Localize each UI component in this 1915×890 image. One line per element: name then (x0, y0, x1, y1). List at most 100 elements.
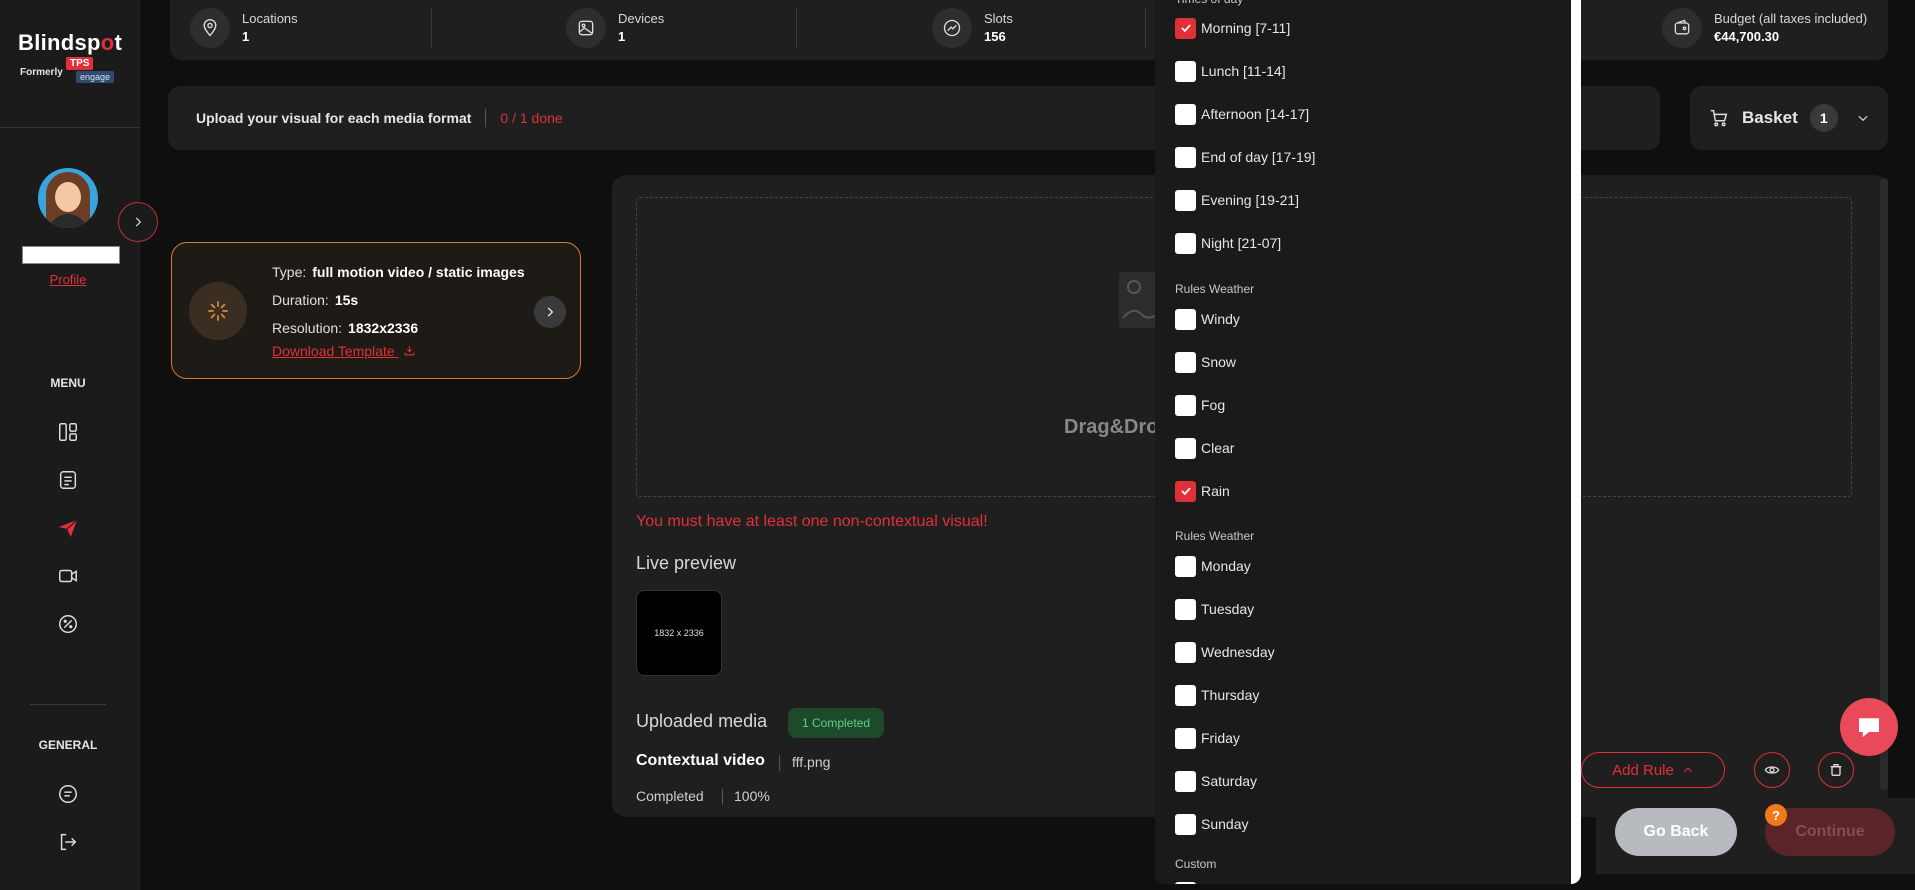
rule-option[interactable]: Lunch [11-14] (1175, 60, 1286, 82)
preview-thumbnail[interactable]: 1832 x 2336 (636, 590, 722, 676)
checkbox-checked[interactable] (1175, 17, 1196, 39)
rule-option[interactable]: Monday (1175, 555, 1251, 577)
loading-spinner-icon (189, 282, 247, 340)
checkbox[interactable] (1175, 770, 1196, 792)
list-icon[interactable] (56, 468, 80, 492)
checkbox[interactable] (1175, 232, 1196, 254)
rule-option[interactable]: Thursday (1175, 684, 1259, 706)
upload-progress: 0 / 1 done (500, 110, 563, 126)
basket-button[interactable]: Basket 1 (1690, 86, 1888, 150)
trend-icon (932, 8, 972, 48)
rule-option[interactable] (1175, 881, 1196, 884)
checkbox[interactable] (1175, 813, 1196, 835)
rule-option[interactable]: End of day [17-19] (1175, 146, 1315, 168)
checkbox[interactable] (1175, 103, 1196, 125)
upload-title: Upload your visual for each media format (196, 110, 472, 126)
rule-option[interactable]: Morning [7-11] (1175, 17, 1290, 39)
logo-wordmark: Blindspot (18, 30, 123, 55)
cart-icon (1710, 109, 1728, 127)
checkbox[interactable] (1175, 437, 1196, 459)
profile-link[interactable]: Profile (0, 272, 136, 287)
error-message: You must have at least one non-contextua… (636, 513, 988, 530)
checkbox[interactable] (1175, 555, 1196, 577)
go-back-button[interactable]: Go Back (1615, 808, 1737, 856)
rule-option-label: Thursday (1201, 687, 1260, 703)
rule-option[interactable]: Sunday (1175, 813, 1248, 835)
stat-label: Devices (618, 11, 665, 26)
scrollbar[interactable] (1880, 178, 1888, 790)
checkbox[interactable] (1175, 351, 1196, 373)
rule-option[interactable]: Friday (1175, 727, 1240, 749)
media-name: Contextual video (636, 752, 765, 769)
rule-option[interactable]: Night [21-07] (1175, 232, 1281, 254)
checkbox[interactable] (1175, 189, 1196, 211)
checkbox[interactable] (1175, 598, 1196, 620)
status-badge: 1 Completed (788, 708, 885, 738)
rule-option[interactable]: Afternoon [14-17] (1175, 103, 1309, 125)
rule-option[interactable]: Wednesday (1175, 641, 1275, 663)
help-icon[interactable]: ? (1765, 804, 1787, 826)
rule-option-label: Night [21-07] (1201, 235, 1282, 251)
rule-option[interactable]: Tuesday (1175, 598, 1254, 620)
rule-option-label: Snow (1201, 354, 1237, 370)
rule-option-label: Lunch [11-14] (1201, 63, 1286, 79)
stat-locations: Locations 1 (190, 8, 298, 48)
media-format-card[interactable]: Type: full motion video / static images D… (171, 242, 581, 379)
rule-group-title: Rules Weather (1175, 282, 1255, 296)
stat-budget: Budget (all taxes included) €44,700.30 (1662, 8, 1867, 48)
rule-option-label: Tuesday (1201, 601, 1255, 617)
chat-bubble-icon (1859, 718, 1879, 737)
rule-option[interactable]: Saturday (1175, 770, 1257, 792)
rule-option-label: Fog (1201, 397, 1226, 413)
checkbox-checked[interactable] (1175, 480, 1196, 502)
brand-logo[interactable]: Blindspot TPS Formerly engage (18, 30, 128, 90)
stat-divider (1145, 8, 1146, 48)
logout-icon[interactable] (56, 830, 80, 854)
delete-button[interactable] (1818, 752, 1854, 788)
rule-option[interactable]: Windy (1175, 308, 1240, 330)
checkbox[interactable] (1175, 146, 1196, 168)
basket-count-badge: 1 (1809, 104, 1838, 132)
checkbox[interactable] (1175, 727, 1196, 749)
checkbox[interactable] (1175, 881, 1196, 884)
rule-option-label: Saturday (1201, 773, 1258, 789)
rule-option[interactable]: Evening [19-21] (1175, 189, 1299, 211)
rule-option-label: Sunday (1201, 816, 1249, 832)
checkbox[interactable] (1175, 394, 1196, 416)
stat-label: Budget (all taxes included) (1714, 11, 1868, 26)
add-rule-button[interactable]: Add Rule (1581, 752, 1725, 788)
username-field (22, 246, 120, 264)
checkbox[interactable] (1175, 641, 1196, 663)
chat-support-button[interactable] (1840, 698, 1898, 756)
checkbox[interactable] (1175, 308, 1196, 330)
rule-option-label: Windy (1201, 311, 1240, 327)
rules-dropdown[interactable]: Times of day Morning [7-11] Lunch [11-14] A… (1155, 0, 1581, 884)
stat-label: Locations (242, 11, 298, 26)
discount-icon[interactable] (56, 612, 80, 636)
stat-value: 156 (984, 29, 1006, 44)
download-template-link[interactable]: Download Template (272, 343, 416, 359)
rule-option[interactable]: Clear (1175, 437, 1234, 459)
rule-option[interactable]: Rain (1175, 480, 1230, 502)
preview-button[interactable] (1754, 752, 1790, 788)
rule-option-label: Clear (1201, 440, 1235, 456)
download-icon (404, 346, 414, 356)
upload-divider (485, 109, 487, 127)
chat-icon[interactable] (56, 782, 80, 806)
video-icon[interactable] (56, 564, 80, 588)
next-format-button[interactable] (534, 296, 566, 328)
rule-option[interactable]: Fog (1175, 394, 1225, 416)
rule-option[interactable]: Snow (1175, 351, 1236, 373)
send-icon[interactable] (56, 516, 80, 540)
stat-divider (796, 8, 797, 48)
format-duration: Duration: 15s (272, 292, 359, 308)
avatar[interactable] (38, 168, 98, 228)
sidebar-expand-button[interactable] (118, 202, 158, 242)
basket-label: Basket (1742, 108, 1798, 127)
format-type: Type: full motion video / static images (272, 264, 525, 280)
media-progress: 100% (734, 788, 770, 804)
checkbox[interactable] (1175, 60, 1196, 82)
sidebar: Blindspot TPS Formerly engage Profile ME… (0, 0, 140, 890)
checkbox[interactable] (1175, 684, 1196, 706)
dashboard-icon[interactable] (56, 420, 80, 444)
